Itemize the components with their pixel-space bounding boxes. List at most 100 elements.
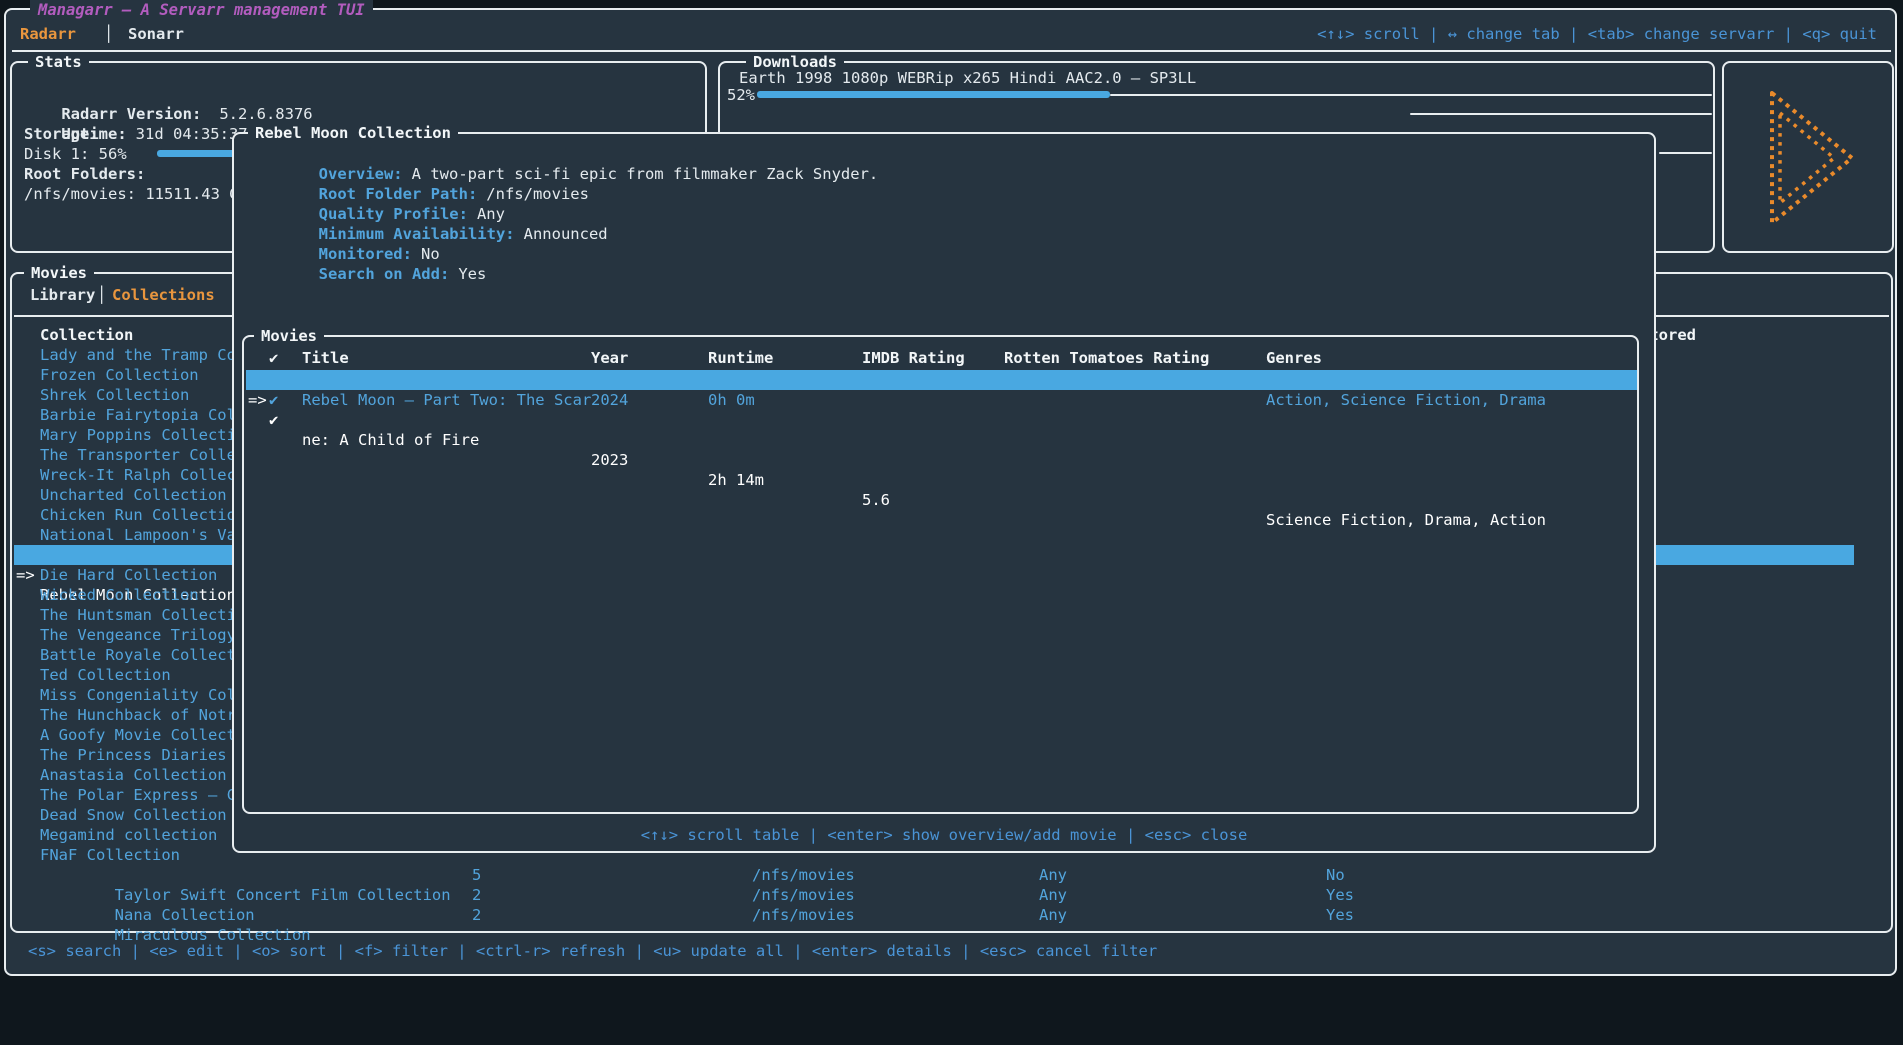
header-rotten-tomatoes-rating: Rotten Tomatoes Rating <box>1004 348 1209 368</box>
selection-arrow-icon: => <box>16 565 35 585</box>
check-icon: ✔ <box>269 410 278 430</box>
root-folders-label: Root Folders: <box>24 164 145 184</box>
cell-movie-runtime: 2h 14m <box>708 470 764 490</box>
modal-field-value: /nfs/movies <box>477 185 589 203</box>
collection-row[interactable]: Miraculous Collection 2 /nfs/movies Any … <box>40 905 1640 925</box>
collection-row[interactable]: The Transporter Colle <box>40 445 236 465</box>
modal-field-label: Minimum Availability: <box>319 225 515 243</box>
modal-field-value: No <box>412 245 440 263</box>
cell-quality-profile: Any <box>1039 885 1067 905</box>
logo-panel <box>1722 61 1894 253</box>
modal-field-label: Monitored: <box>319 245 412 263</box>
download-percent-label: 52% <box>727 85 755 105</box>
collection-row[interactable]: Miss Congeniality Col <box>40 685 236 705</box>
collection-row[interactable]: FNaF Collection <box>40 845 236 865</box>
header-check-icon: ✔ <box>269 348 278 368</box>
modal-movies-table: Movies ✔ Title Year Runtime IMDB Rating … <box>242 335 1639 814</box>
download-gauge <box>757 91 1110 98</box>
tab-radarr[interactable]: Radarr <box>20 24 76 44</box>
collection-rows-below: Die Hard CollectionWicked CollectionThe … <box>40 565 236 865</box>
tab-library[interactable]: Library <box>30 285 95 305</box>
header-title: Title <box>302 348 349 368</box>
modal-movies-table-title: Movies <box>254 326 324 346</box>
collection-row[interactable]: Nana Collection 2 /nfs/movies Any Yes <box>40 885 1640 905</box>
collection-row[interactable]: Dead Snow Collection <box>40 805 236 825</box>
collection-row[interactable]: A Goofy Movie Collect <box>40 725 236 745</box>
collection-row[interactable]: Wreck-It Ralph Collec <box>40 465 236 485</box>
collection-row[interactable]: Die Hard Collection <box>40 565 236 585</box>
modal-field-label: Search on Add: <box>319 265 450 283</box>
collection-row[interactable]: The Vengeance Trilogy <box>40 625 236 645</box>
cell-number-of-movies: 2 <box>472 885 481 905</box>
collection-row[interactable]: Uncharted Collection <box>40 485 236 505</box>
movies-panel-title: Movies <box>24 263 94 283</box>
play-logo-icon <box>1734 75 1884 241</box>
cell-search-on-add: Yes <box>1326 885 1354 905</box>
modal-field: Overview:A two-part sci-fi epic from fil… <box>244 144 878 164</box>
modal-field-value: Any <box>468 205 505 223</box>
modal-title: Rebel Moon Collection <box>248 123 458 143</box>
uptime-value: 31d 04:35:37 <box>127 125 248 143</box>
modal-field-value: Yes <box>449 265 486 283</box>
cell-movie-genres: Action, Science Fiction, Drama <box>1266 390 1546 410</box>
collection-rows-above: Lady and the Tramp CoFrozen CollectionSh… <box>40 345 236 545</box>
modal-field-label: Quality Profile: <box>319 205 468 223</box>
collection-row[interactable]: Ted Collection <box>40 665 236 685</box>
header-runtime: Runtime <box>708 348 773 368</box>
collection-row[interactable]: The Hunchback of Notr <box>40 705 236 725</box>
collection-row[interactable]: Frozen Collection <box>40 365 236 385</box>
collection-row[interactable]: Barbie Fairytopia Col <box>40 405 236 425</box>
modal-field-label: Root Folder Path: <box>319 185 478 203</box>
cell-movie-year: 2024 <box>591 390 628 410</box>
header-genres: Genres <box>1266 348 1322 368</box>
modal-help-keybindings: <↑↓> scroll table | <enter> show overvie… <box>234 825 1654 845</box>
modal-fields: Overview:A two-part sci-fi epic from fil… <box>244 144 878 264</box>
collection-row[interactable]: Anastasia Collection <box>40 765 236 785</box>
cell-root-folder: /nfs/movies <box>752 885 855 905</box>
tab-sonarr[interactable]: Sonarr <box>128 24 184 44</box>
tab-collections[interactable]: Collections <box>112 285 215 305</box>
top-help-keybindings: <↑↓> scroll | ↔ change tab | <tab> chang… <box>1317 24 1877 44</box>
header-separator <box>12 50 1891 52</box>
cell-search-on-add: Yes <box>1326 905 1354 925</box>
collection-details-modal: Rebel Moon Collection Overview:A two-par… <box>232 132 1656 853</box>
modal-field-value: A two-part sci-fi epic from filmmaker Za… <box>403 165 879 183</box>
collection-row[interactable]: The Huntsman Collecti <box>40 605 236 625</box>
movie-row-selected[interactable]: => ✔ ne: A Child of Fire 2023 2h 14m 5.6… <box>246 370 1637 390</box>
cell-movie-runtime: 0h 0m <box>708 390 755 410</box>
collection-row[interactable]: Mary Poppins Collecti <box>40 425 236 445</box>
collection-row[interactable]: National Lampoon's Va <box>40 525 236 545</box>
cell-search-on-add: No <box>1326 865 1345 885</box>
movie-row[interactable]: ✔ Rebel Moon – Part Two: The Scar 2024 0… <box>248 390 1637 410</box>
cell-root-folder: /nfs/movies <box>752 865 855 885</box>
collection-row[interactable]: Megamind collection <box>40 825 236 845</box>
collection-row[interactable]: Taylor Swift Concert Film Collection 5 /… <box>40 865 1640 885</box>
cell-quality-profile: Any <box>1039 905 1067 925</box>
cell-movie-title: ne: A Child of Fire <box>302 430 479 450</box>
movies-tab-separator-1: │ <box>97 285 106 305</box>
cell-movie-title: Rebel Moon – Part Two: The Scar <box>302 390 591 410</box>
collection-row[interactable]: Wicked Collection <box>40 585 236 605</box>
cell-movie-imdb: 5.6 <box>862 490 890 510</box>
download-gauge-track <box>1110 94 1712 96</box>
cell-root-folder: /nfs/movies <box>752 905 855 925</box>
cell-number-of-movies: 2 <box>472 905 481 925</box>
collection-rows-full: Taylor Swift Concert Film Collection 5 /… <box>40 865 1640 925</box>
collection-row[interactable]: The Polar Express – C <box>40 785 236 805</box>
app-title: Managarr – A Servarr management TUI <box>30 0 373 20</box>
collection-row[interactable]: Lady and the Tramp Co <box>40 345 236 365</box>
cell-movie-genres: Science Fiction, Drama, Action <box>1266 510 1546 530</box>
stats-panel-title: Stats <box>28 52 89 72</box>
download-item-name: Earth 1998 1080p WEBRip x265 Hindi AAC2.… <box>739 68 1196 88</box>
collection-row[interactable]: The Princess Diaries <box>40 745 236 765</box>
cell-quality-profile: Any <box>1039 865 1067 885</box>
storage-label: Storage: <box>24 124 99 144</box>
modal-field-label: Overview: <box>319 165 403 183</box>
collection-row[interactable]: Battle Royale Collect <box>40 645 236 665</box>
check-icon: ✔ <box>269 390 278 410</box>
collection-row[interactable]: Chicken Run Collectio <box>40 505 236 525</box>
collection-row[interactable]: Shrek Collection <box>40 385 236 405</box>
tab-separator: │ <box>104 24 113 44</box>
download-gauge-track-2 <box>1410 113 1712 115</box>
download-gauge-track-3 <box>1659 152 1712 154</box>
